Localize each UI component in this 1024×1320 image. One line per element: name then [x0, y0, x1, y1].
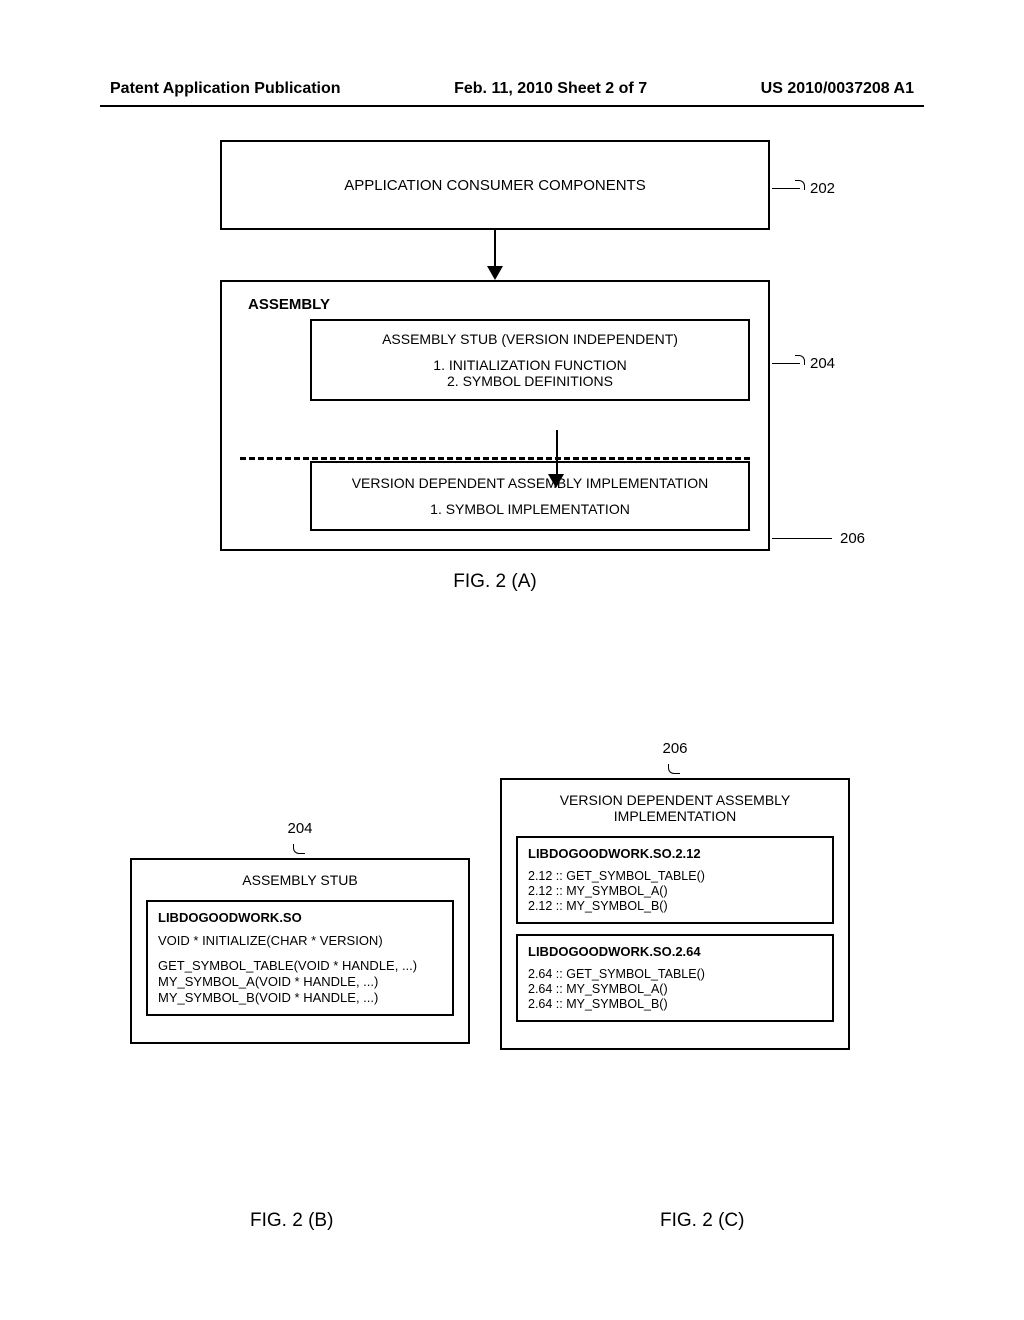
- lib-title-b: LIBDOGOODWORK.SO: [158, 910, 442, 925]
- arrow-1-line: [494, 230, 496, 266]
- ref-204-a: 204: [810, 355, 835, 372]
- lib2-line3: 2.64 :: MY_SYMBOL_B(): [528, 997, 822, 1011]
- lib1-line3: 2.12 :: MY_SYMBOL_B(): [528, 899, 822, 913]
- stub-outer-box: ASSEMBLY STUB LIBDOGOODWORK.SO VOID * IN…: [130, 858, 470, 1044]
- ref-202: 202: [810, 180, 835, 197]
- hook-icon-b: [293, 844, 305, 854]
- code-b-3: MY_SYMBOL_A(VOID * HANDLE, ...): [158, 974, 442, 989]
- caption-2c: FIG. 2 (C): [660, 1210, 744, 1232]
- stub-inner-box: LIBDOGOODWORK.SO VOID * INITIALIZE(CHAR …: [146, 900, 454, 1016]
- consumer-label: APPLICATION CONSUMER COMPONENTS: [344, 177, 645, 194]
- code-b-1: VOID * INITIALIZE(CHAR * VERSION): [158, 933, 442, 948]
- hook-202: [795, 180, 805, 190]
- lib1-line1: 2.12 :: GET_SYMBOL_TABLE(): [528, 869, 822, 883]
- hook-204: [795, 355, 805, 365]
- header-right: US 2010/0037208 A1: [761, 80, 914, 98]
- leader-206: [772, 538, 832, 539]
- stub-line-1: 1. INITIALIZATION FUNCTION: [326, 357, 734, 373]
- ref-206-a: 206: [840, 530, 865, 547]
- impl-outer-box: VERSION DEPENDENT ASSEMBLY IMPLEMENTATIO…: [500, 778, 850, 1050]
- ref-204-b: 204: [287, 820, 312, 837]
- header-center: Feb. 11, 2010 Sheet 2 of 7: [454, 80, 647, 98]
- stub-title: ASSEMBLY STUB (VERSION INDEPENDENT): [326, 331, 734, 347]
- hook-icon-c: [668, 764, 680, 774]
- impl-line-1: 1. SYMBOL IMPLEMENTATION: [326, 501, 734, 517]
- consumer-box: APPLICATION CONSUMER COMPONENTS: [220, 140, 770, 230]
- figure-2a: APPLICATION CONSUMER COMPONENTS 202 ASSE…: [220, 140, 770, 593]
- impl-outer-title: VERSION DEPENDENT ASSEMBLY IMPLEMENTATIO…: [516, 792, 834, 824]
- lib2-line1: 2.64 :: GET_SYMBOL_TABLE(): [528, 967, 822, 981]
- lower-row: 204 ASSEMBLY STUB LIBDOGOODWORK.SO VOID …: [130, 740, 934, 1050]
- lib2-line2: 2.64 :: MY_SYMBOL_A(): [528, 982, 822, 996]
- caption-2a: FIG. 2 (A): [220, 571, 770, 593]
- code-b-2: GET_SYMBOL_TABLE(VOID * HANDLE, ...): [158, 958, 442, 973]
- ref-206-c-wrap: 206: [500, 740, 850, 774]
- arrow-1-head: [487, 266, 503, 280]
- impl-box: VERSION DEPENDENT ASSEMBLY IMPLEMENTATIO…: [310, 461, 750, 531]
- stub-box: ASSEMBLY STUB (VERSION INDEPENDENT) 1. I…: [310, 319, 750, 401]
- figure-2b: 204 ASSEMBLY STUB LIBDOGOODWORK.SO VOID …: [130, 820, 470, 1044]
- caption-2b: FIG. 2 (B): [250, 1210, 333, 1232]
- page-header: Patent Application Publication Feb. 11, …: [110, 80, 914, 98]
- lib1-title: LIBDOGOODWORK.SO.2.12: [528, 846, 822, 861]
- ref-204-b-wrap: 204: [130, 820, 470, 854]
- header-left: Patent Application Publication: [110, 80, 341, 98]
- impl-title: VERSION DEPENDENT ASSEMBLY IMPLEMENTATIO…: [326, 475, 734, 491]
- stub-line-2: 2. SYMBOL DEFINITIONS: [326, 373, 734, 389]
- page: Patent Application Publication Feb. 11, …: [0, 0, 1024, 1320]
- code-b-4: MY_SYMBOL_B(VOID * HANDLE, ...): [158, 990, 442, 1005]
- dashed-divider: [240, 457, 750, 460]
- header-rule: [100, 105, 924, 107]
- assembly-title: ASSEMBLY: [248, 296, 750, 313]
- impl-inner-2: LIBDOGOODWORK.SO.2.64 2.64 :: GET_SYMBOL…: [516, 934, 834, 1022]
- lib1-line2: 2.12 :: MY_SYMBOL_A(): [528, 884, 822, 898]
- assembly-box: ASSEMBLY ASSEMBLY STUB (VERSION INDEPEND…: [220, 280, 770, 551]
- lib2-title: LIBDOGOODWORK.SO.2.64: [528, 944, 822, 959]
- impl-inner-1: LIBDOGOODWORK.SO.2.12 2.12 :: GET_SYMBOL…: [516, 836, 834, 924]
- figure-2c: 206 VERSION DEPENDENT ASSEMBLY IMPLEMENT…: [500, 740, 850, 1050]
- stub-outer-title: ASSEMBLY STUB: [146, 872, 454, 888]
- ref-206-c: 206: [662, 740, 687, 757]
